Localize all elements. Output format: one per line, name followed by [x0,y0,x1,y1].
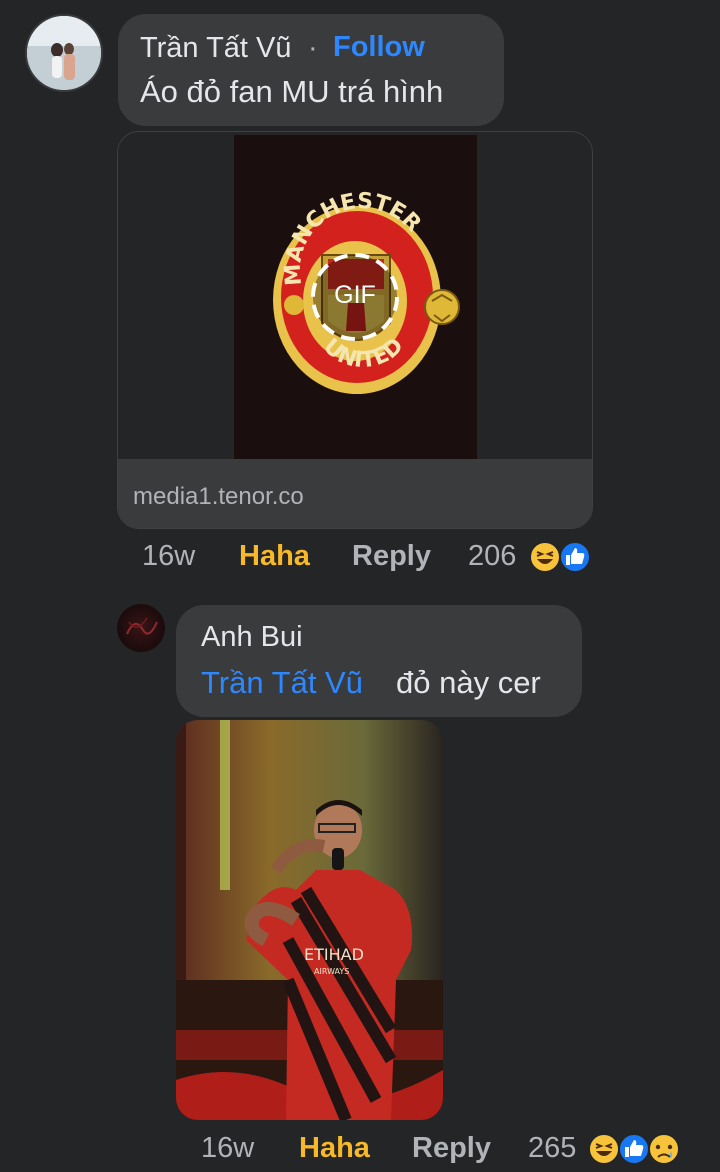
sad-icon [648,1133,680,1165]
gif-attachment-card[interactable]: MANCHESTER UNITED GIF media1.tenor.co [117,131,593,529]
gif-frame: MANCHESTER UNITED GIF [234,135,477,459]
photo-attachment[interactable]: ETIHAD AIRWAYS [176,720,443,1120]
reaction-count[interactable]: 265 [528,1132,576,1165]
reaction-button[interactable]: Haha [239,540,310,573]
link-footer[interactable]: media1.tenor.co [118,459,592,528]
mention-link[interactable]: Trần Tất Vũ [201,665,363,701]
gif-badge: GIF [334,281,376,309]
comment-timestamp[interactable]: 16w [142,540,195,573]
reaction-count[interactable]: 206 [468,540,516,573]
comment-author[interactable]: Trần Tất Vũ [140,32,292,65]
reaction-icons[interactable] [587,1132,685,1166]
separator-dot: · [308,32,318,64]
comment-text: đỏ này cer [396,665,541,700]
link-domain: media1.tenor.co [133,483,304,510]
shirt-sponsor-text: ETIHAD [304,945,364,964]
comment-bubble: Anh Bui Trần Tất Vũ đỏ này cer [176,605,582,717]
comment-thread: Trần Tất Vũ · Follow Áo đỏ fan MU trá hì… [0,0,720,1172]
avatar[interactable] [117,604,165,652]
comment-text: Áo đỏ fan MU trá hình [140,74,444,109]
comment-timestamp[interactable]: 16w [201,1132,254,1165]
avatar-photo [126,617,158,635]
haha-icon [588,1133,620,1165]
performer-photo: ETIHAD AIRWAYS [176,720,443,1120]
avatar-photo [27,16,101,90]
comment-author[interactable]: Anh Bui [201,621,303,654]
follow-button[interactable]: Follow [333,31,425,64]
gif-preview[interactable]: MANCHESTER UNITED GIF [118,132,592,459]
comment-bubble: Trần Tất Vũ · Follow Áo đỏ fan MU trá hì… [118,14,504,126]
reply-button[interactable]: Reply [412,1132,491,1165]
avatar[interactable] [25,14,103,92]
like-icon [618,1133,650,1165]
like-icon [559,541,591,573]
haha-icon [529,541,561,573]
reply-button[interactable]: Reply [352,540,431,573]
reaction-button[interactable]: Haha [299,1132,370,1165]
shirt-sponsor-subtext: AIRWAYS [314,967,349,976]
reaction-icons[interactable] [528,540,596,574]
